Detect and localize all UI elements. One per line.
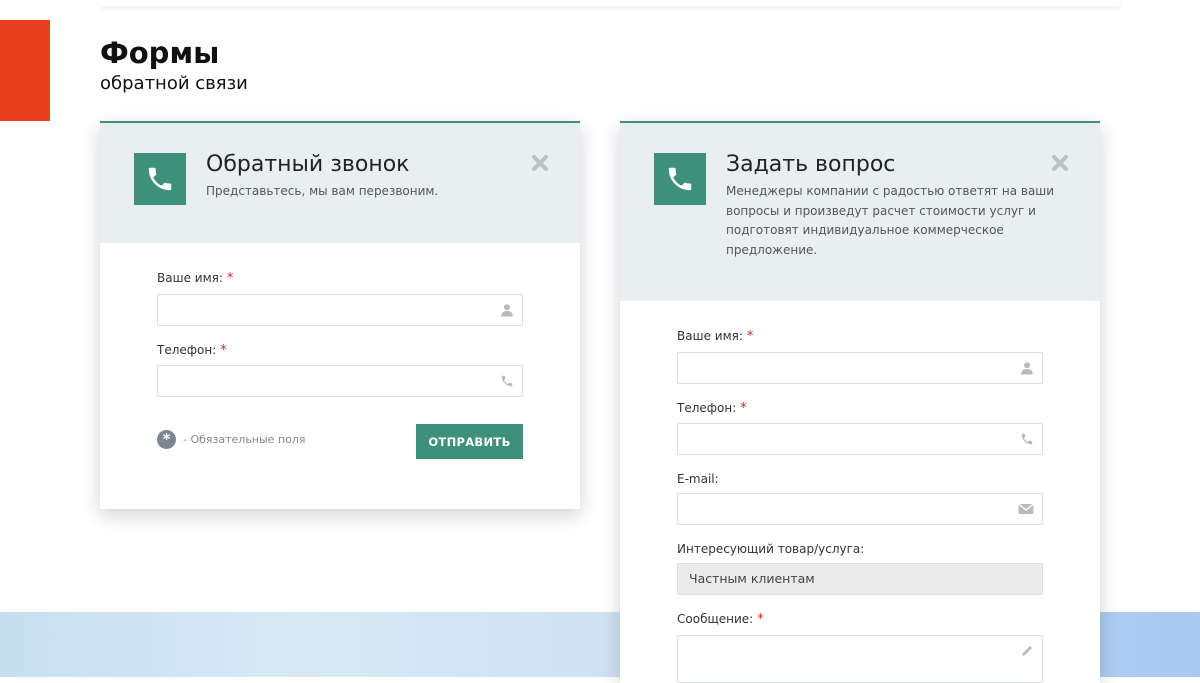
question-form-title: Задать вопрос <box>726 152 896 177</box>
name-input[interactable] <box>157 294 523 326</box>
phone-small-icon <box>1021 433 1033 445</box>
callback-form-header: Обратный звонок Представьтесь, мы вам пе… <box>100 123 580 243</box>
accent-block <box>0 20 50 121</box>
email-input[interactable] <box>677 493 1043 525</box>
product-field-label: Интересующий товар/услуга: <box>677 542 865 556</box>
submit-button[interactable]: ОТПРАВИТЬ <box>416 424 523 459</box>
phone-field-label: Телефон: * <box>677 401 747 416</box>
phone-input[interactable] <box>157 365 523 397</box>
product-field: Частным клиентам <box>677 563 1043 595</box>
callback-form-title: Обратный звонок <box>206 152 410 177</box>
asterisk-icon: * <box>157 430 176 449</box>
user-icon <box>1021 362 1033 375</box>
callback-form-description: Представьтесь, мы вам перезвоним. <box>206 184 439 198</box>
required-fields-text: - Обязательные поля <box>183 433 306 446</box>
name-input[interactable] <box>677 352 1043 384</box>
top-strip <box>100 0 1120 6</box>
phone-input[interactable] <box>677 423 1043 455</box>
close-icon[interactable] <box>530 153 550 173</box>
name-field-label: Ваше имя: * <box>157 271 234 286</box>
page-title: Формы <box>100 36 220 70</box>
question-form-description: Менеджеры компании с радостью ответят на… <box>726 184 1055 257</box>
required-fields-note: * - Обязательные поля <box>157 430 306 449</box>
question-form-card: Задать вопрос Менеджеры компании с радос… <box>620 121 1100 683</box>
envelope-icon <box>1018 503 1034 514</box>
close-icon[interactable] <box>1050 153 1070 173</box>
name-field-label: Ваше имя: * <box>677 329 754 344</box>
phone-icon <box>134 153 186 205</box>
phone-icon <box>654 153 706 205</box>
phone-field-label: Телефон: * <box>157 343 227 358</box>
message-textarea[interactable] <box>677 635 1043 683</box>
phone-small-icon <box>501 375 513 387</box>
question-form-header: Задать вопрос Менеджеры компании с радос… <box>620 123 1100 301</box>
product-field-value: Частным клиентам <box>689 571 815 586</box>
pencil-icon <box>1022 646 1032 656</box>
user-icon <box>501 304 513 317</box>
email-field-label: E-mail: <box>677 472 719 486</box>
message-field-label: Сообщение: * <box>677 612 764 627</box>
page-subtitle: обратной связи <box>100 73 248 94</box>
callback-form-card: Обратный звонок Представьтесь, мы вам пе… <box>100 121 580 509</box>
